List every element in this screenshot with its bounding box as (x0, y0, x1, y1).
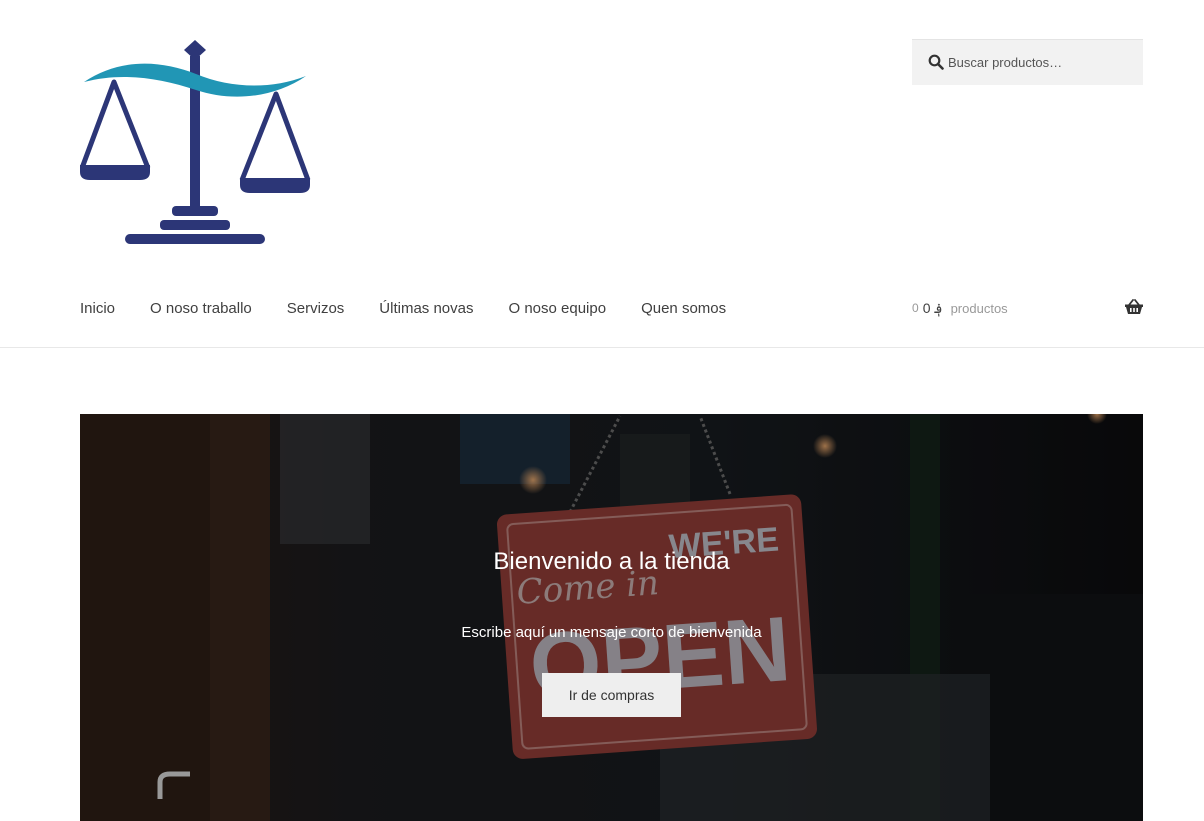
site-header: Inicio O noso traballo Servizos Últimas … (0, 0, 1204, 348)
cart-amount: 0 (912, 301, 919, 315)
nav-item-inicio[interactable]: Inicio (80, 300, 115, 317)
cart-link[interactable]: 0 0 ؋ productos (912, 296, 1143, 320)
nav-item-ultimas-novas[interactable]: Últimas novas (379, 300, 473, 317)
basket-icon[interactable] (1125, 299, 1143, 315)
nav-item-quen-somos[interactable]: Quen somos (641, 300, 726, 317)
cart-count-label: productos (950, 300, 1008, 316)
hero-banner: Come in WE'RE OPEN Bienvenido a la tiend… (80, 414, 1143, 821)
hero-message: Escribe aquí un mensaje corto de bienven… (461, 624, 762, 641)
primary-navigation: Inicio O noso traballo Servizos Últimas … (80, 296, 761, 320)
nav-item-o-noso-traballo[interactable]: O noso traballo (150, 300, 252, 317)
nav-item-o-noso-equipo[interactable]: O noso equipo (509, 300, 607, 317)
product-search (912, 39, 1143, 85)
nav-item-servizos[interactable]: Servizos (287, 300, 345, 317)
search-icon[interactable] (928, 54, 944, 70)
scales-of-justice-logo[interactable] (80, 38, 312, 248)
hero-title: Bienvenido a la tienda (493, 548, 730, 575)
search-input[interactable] (948, 40, 1138, 84)
go-shopping-button[interactable]: Ir de compras (542, 673, 681, 717)
cart-total: 0 ؋ (922, 299, 943, 316)
hero-background-photo: Come in WE'RE OPEN (80, 414, 1143, 821)
